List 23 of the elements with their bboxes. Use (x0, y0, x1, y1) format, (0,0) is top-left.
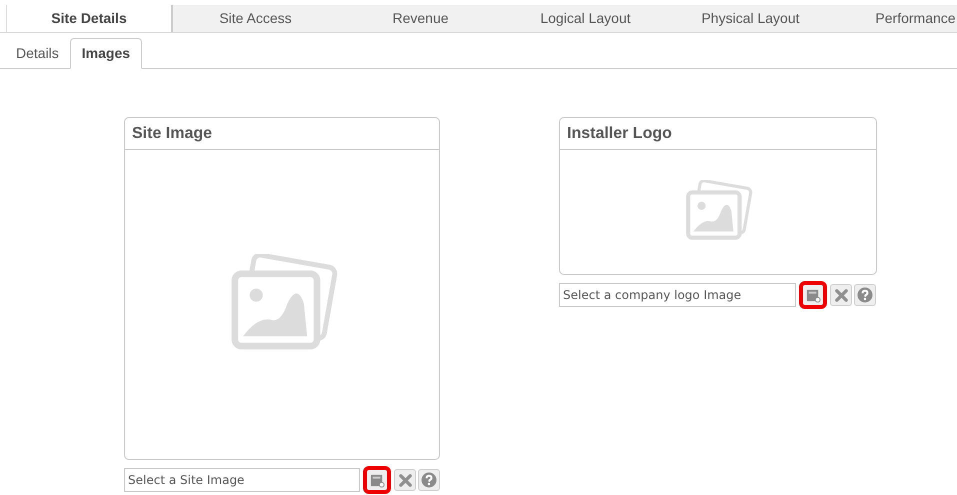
help-button[interactable] (418, 469, 440, 491)
image-file-icon (370, 472, 385, 488)
file-field[interactable]: Select a company logo Image (559, 283, 796, 307)
tab[interactable]: Site Access (171, 5, 338, 32)
close-icon (398, 472, 413, 488)
help-icon (421, 472, 438, 488)
file-field[interactable]: Select a Site Image (124, 468, 360, 492)
tab[interactable]: Physical Layout (668, 5, 833, 32)
tab[interactable]: Logical Layout (503, 5, 668, 32)
subtab[interactable]: Images (70, 38, 142, 69)
tab[interactable]: Performance (833, 5, 957, 32)
clear-button[interactable] (830, 284, 852, 306)
subtab[interactable]: Details (5, 39, 70, 68)
panel-title: Installer Logo (560, 118, 876, 150)
clear-button[interactable] (394, 469, 416, 491)
image-file-icon (806, 288, 820, 302)
help-icon (857, 287, 873, 303)
browse-button[interactable] (366, 469, 388, 491)
panel-title: Site Image (125, 118, 439, 150)
close-icon (834, 288, 848, 302)
browse-button[interactable] (802, 284, 824, 306)
tab[interactable]: Revenue (338, 5, 503, 32)
help-button[interactable] (854, 284, 876, 306)
